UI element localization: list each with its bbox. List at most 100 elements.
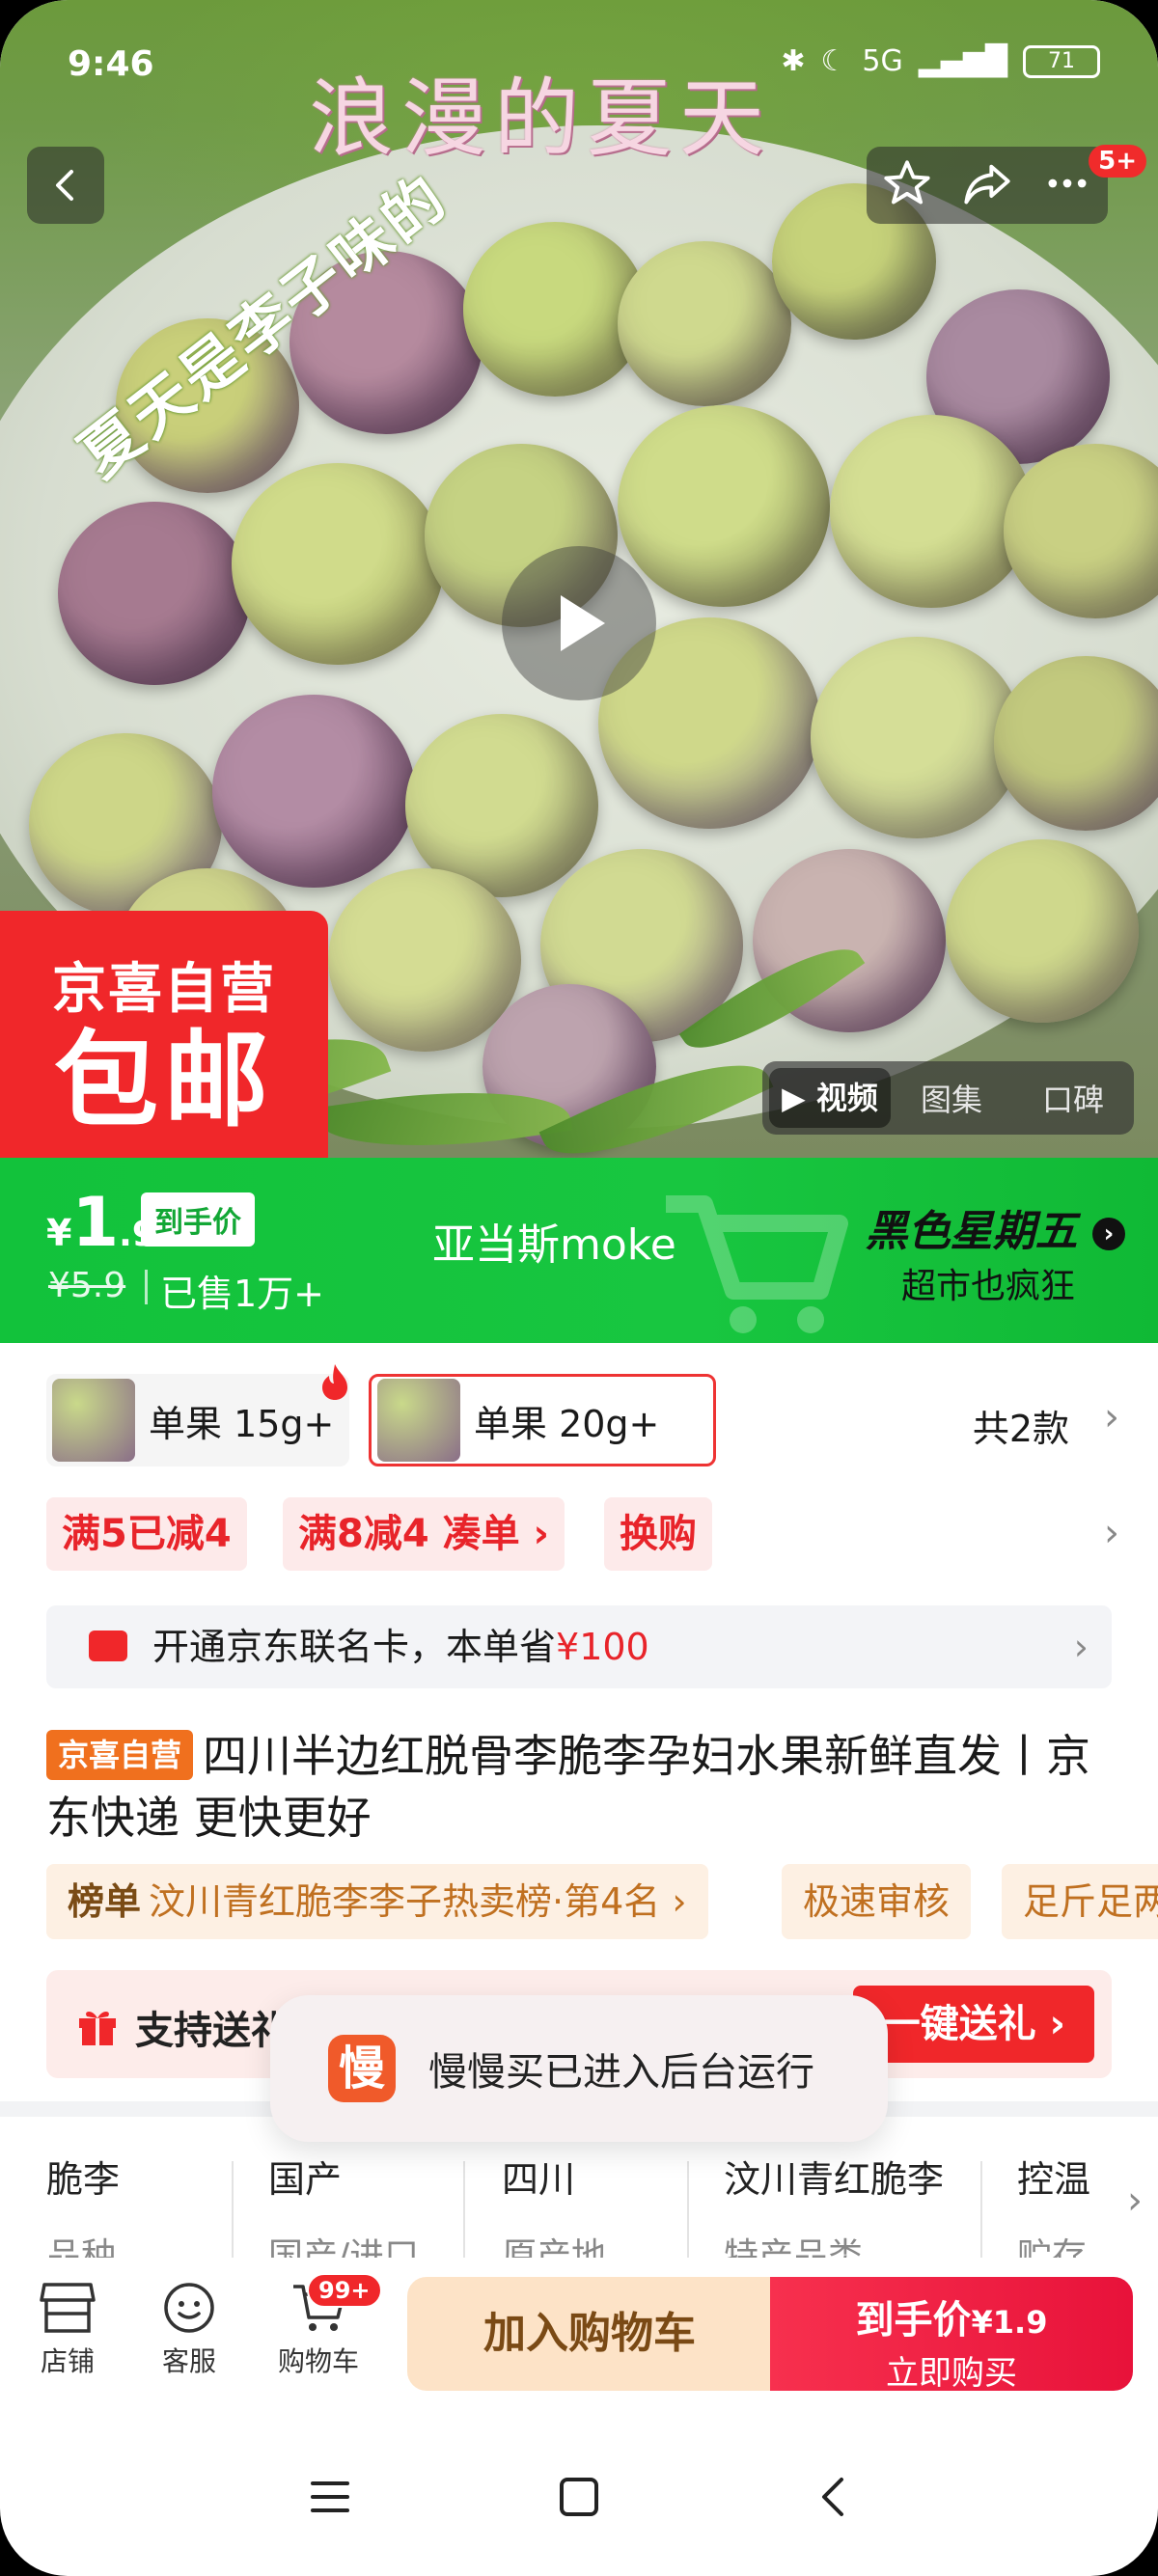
chevron-right-icon: › [1127, 2179, 1143, 2223]
variant-option-15g[interactable]: 单果 15g+ [46, 1374, 349, 1466]
variant-option-20g[interactable]: 单果 20g+ [369, 1374, 716, 1466]
wallet-icon [89, 1631, 127, 1661]
spec-value: 汶川青红脆李 [724, 2158, 945, 2201]
app-icon: 慢 [328, 2035, 396, 2102]
signal-icon: ▂▄▆█ [918, 44, 1007, 78]
status-icons: ✱ ☾ 5G ▂▄▆█ 71 [781, 44, 1100, 78]
store-button[interactable]: 店铺 [19, 2281, 116, 2379]
price-integer: 1 [71, 1183, 120, 1262]
send-gift-button[interactable]: 一键送礼 › [852, 1986, 1094, 2063]
spec-divider [980, 2161, 982, 2267]
chevron-right-icon[interactable]: › [1104, 1395, 1119, 1439]
share-icon [964, 164, 1010, 205]
battery-icon: 71 [1023, 44, 1100, 78]
more-button[interactable] [1042, 158, 1092, 212]
full-weight-chip[interactable]: 足斤足两 [1002, 1864, 1158, 1939]
add-to-cart-button[interactable]: 加入购物车 [407, 2277, 772, 2391]
buy-price-line: 到手价¥1.9 [770, 2288, 1133, 2344]
buy-price-label: 到手价 [855, 2298, 972, 2343]
notification-badge: 5+ [1089, 145, 1146, 178]
favorite-star-button[interactable] [882, 158, 932, 212]
plum [212, 695, 415, 888]
product-title-text: 四川半边红脱骨李脆李孕妇水果新鲜直发丨京东快递 更快更好 [46, 1730, 1091, 1844]
variant-label: 单果 20g+ [474, 1402, 660, 1445]
back-triangle-icon[interactable] [811, 2474, 857, 2520]
variant-count[interactable]: 共2款 [973, 1399, 1069, 1452]
original-price: ¥5.9 [48, 1266, 126, 1305]
status-bar: 9:46 ✱ ☾ 5G ▂▄▆█ 71 [0, 39, 1158, 96]
star-icon [884, 160, 930, 205]
rank-label: 榜单 [68, 1880, 142, 1923]
chevron-right-circle-icon: › [1092, 1218, 1125, 1250]
tab-reviews[interactable]: 口碑 [1012, 1076, 1134, 1120]
spec-divider [232, 2161, 234, 2267]
co-brand-card-offer[interactable]: 开通京东联名卡，本单省¥100 › [46, 1605, 1112, 1688]
share-button[interactable] [962, 158, 1012, 212]
self-operated-free-shipping-badge: 京喜自营 包邮 [0, 911, 328, 1158]
price-banner: ¥1.9 到手价 ¥5.9 已售1万+ 亚当斯moke 黑色星期五 › 超市也疯… [0, 1158, 1158, 1343]
sold-count: 已售1万+ [160, 1273, 325, 1315]
back-button[interactable] [27, 147, 104, 224]
store-label: 店铺 [40, 2345, 95, 2377]
promo-subtitle: 超市也疯狂 [900, 1267, 1075, 1306]
rank-tags-row: 榜单 汶川青红脆李李子热卖榜·第4名 › 极速审核 足斤足两 [46, 1864, 1158, 1941]
buy-now-button[interactable]: 到手价¥1.9 立即购买 [770, 2277, 1133, 2393]
product-title: 京喜自营 四川半边红脱骨李脆李孕妇水果新鲜直发丨京东快递 更快更好 [46, 1725, 1117, 1849]
store-icon [40, 2283, 96, 2333]
variant-thumbnail [52, 1379, 135, 1462]
chevron-left-icon [56, 170, 73, 201]
final-price-tag: 到手价 [141, 1192, 255, 1247]
rank-text: 汶川青红脆李李子热卖榜·第4名 [149, 1880, 661, 1923]
chevron-right-icon[interactable]: › [1104, 1511, 1119, 1555]
home-square-icon[interactable] [556, 2474, 602, 2520]
card-offer-label: 开通京东联名卡，本单省 [152, 1626, 557, 1668]
plum [830, 415, 1033, 608]
specs-row[interactable]: 脆李 品种 国产 国产/进口 四川 原产地 汶川青红脆李 特产品类 控温 贮存 › [0, 2132, 1158, 2276]
tab-gallery[interactable]: 图集 [891, 1076, 1012, 1120]
coupon-full-5-minus-4[interactable]: 满5已减4 [46, 1497, 247, 1571]
variant-label: 单果 15g+ [149, 1402, 335, 1445]
price-separator [145, 1270, 148, 1304]
customer-service-button[interactable]: 客服 [141, 2281, 237, 2379]
send-gift-label: 一键送礼 [881, 2002, 1036, 2046]
badge-line2: 包邮 [53, 1021, 274, 1141]
tab-video[interactable]: ▶ 视频 [769, 1068, 891, 1128]
plum [1004, 444, 1158, 618]
plum [618, 405, 830, 607]
current-price: ¥1.9 [46, 1183, 156, 1262]
plum [58, 502, 251, 685]
buy-now-label: 立即购买 [886, 2354, 1017, 2393]
coupon-row: 满5已减4 满8减4 凑单 › 换购 › [46, 1497, 1127, 1573]
coupon-label: 满8减4 [298, 1512, 429, 1556]
coupon-add-items: 凑单 [442, 1512, 520, 1556]
coupon-full-8-minus-4[interactable]: 满8减4 凑单 › [283, 1497, 565, 1571]
top-action-group [867, 147, 1108, 224]
plum [994, 656, 1158, 831]
gift-support-text: 支持送礼 [135, 2009, 290, 2053]
bottom-action-bar: 店铺 客服 购物车 99+ 加入购物车 到手价¥1.9 立即购买 [0, 2258, 1158, 2402]
plum [946, 839, 1139, 1023]
service-label: 客服 [161, 2345, 216, 2377]
spec-value: 脆李 [46, 2158, 121, 2201]
rank-chip[interactable]: 榜单 汶川青红脆李李子热卖榜·第4名 › [46, 1864, 708, 1939]
chevron-right-icon: › [1073, 1626, 1089, 1668]
bluetooth-icon: ✱ [781, 44, 806, 78]
moon-icon: ☾ [820, 44, 847, 78]
play-icon [561, 595, 605, 651]
gift-icon [79, 2012, 116, 2045]
fast-review-chip[interactable]: 极速审核 [782, 1864, 972, 1939]
menu-icon[interactable] [307, 2474, 353, 2520]
promo-title[interactable]: 黑色星期五 › [866, 1196, 1125, 1258]
network-label: 5G [862, 44, 903, 78]
variant-thumbnail [377, 1379, 460, 1462]
tab-video-label: 视频 [815, 1080, 878, 1116]
shop-watermark-name: 亚当斯moke [432, 1220, 676, 1270]
promo-title-text: 黑色星期五 [865, 1207, 1078, 1256]
toast-message: 慢慢买已进入后台运行 [428, 2050, 814, 2095]
plum [811, 637, 1023, 838]
coupon-exchange[interactable]: 换购 [604, 1497, 712, 1571]
play-video-button[interactable] [502, 546, 656, 700]
spec-divider [687, 2161, 689, 2267]
card-offer-text: 开通京东联名卡，本单省¥100 [152, 1605, 649, 1688]
media-tabs: ▶ 视频 图集 口碑 [762, 1061, 1134, 1135]
